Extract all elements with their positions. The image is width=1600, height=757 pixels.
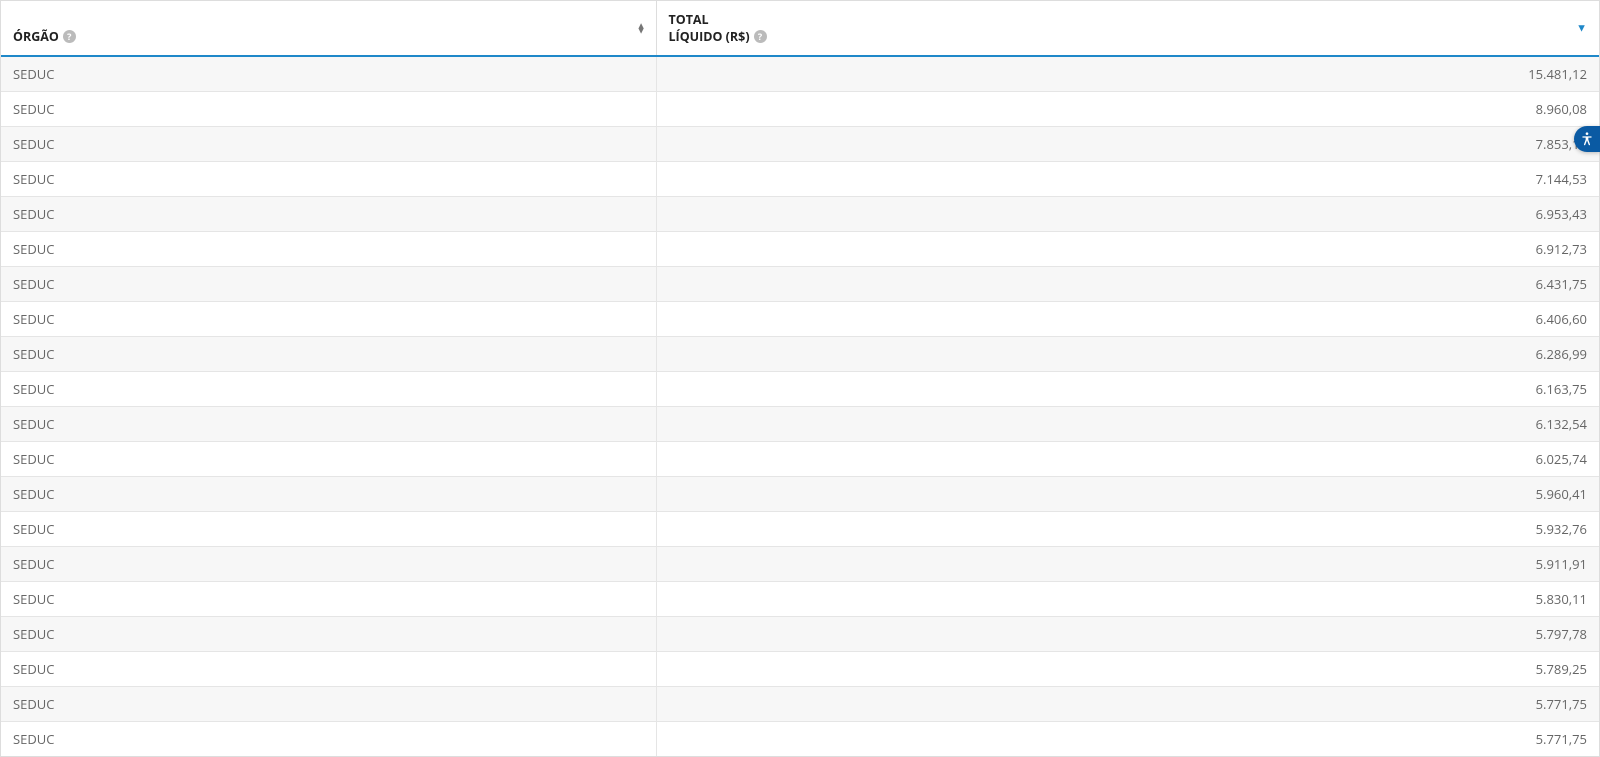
table-row[interactable]: SEDUC8.960,08	[1, 92, 1599, 127]
cell-orgao: SEDUC	[1, 162, 656, 197]
table-row[interactable]: SEDUC15.481,12	[1, 56, 1599, 92]
cell-orgao: SEDUC	[1, 652, 656, 687]
column-header-orgao[interactable]: ÓRGÃO ? ▲ ▼	[1, 1, 656, 56]
table-header-row: ÓRGÃO ? ▲ ▼ TOTAL LÍQUIDO (R$) ? ▼	[1, 1, 1599, 56]
table-row[interactable]: SEDUC6.912,73	[1, 232, 1599, 267]
cell-total-liquido: 6.132,54	[656, 407, 1599, 442]
cell-orgao: SEDUC	[1, 232, 656, 267]
cell-orgao: SEDUC	[1, 127, 656, 162]
cell-total-liquido: 5.771,75	[656, 687, 1599, 722]
cell-orgao: SEDUC	[1, 617, 656, 652]
cell-orgao: SEDUC	[1, 687, 656, 722]
cell-total-liquido: 6.406,60	[656, 302, 1599, 337]
cell-total-liquido: 5.911,91	[656, 547, 1599, 582]
table-row[interactable]: SEDUC7.144,53	[1, 162, 1599, 197]
cell-orgao: SEDUC	[1, 477, 656, 512]
sort-desc-icon: ▼	[637, 28, 646, 33]
sort-toggle-orgao[interactable]: ▲ ▼	[637, 23, 646, 34]
cell-orgao: SEDUC	[1, 582, 656, 617]
table-row[interactable]: SEDUC6.025,74	[1, 442, 1599, 477]
cell-orgao: SEDUC	[1, 407, 656, 442]
cell-total-liquido: 6.286,99	[656, 337, 1599, 372]
help-icon[interactable]: ?	[754, 30, 767, 43]
cell-orgao: SEDUC	[1, 197, 656, 232]
accessibility-button[interactable]	[1574, 126, 1600, 152]
table-body: SEDUC15.481,12SEDUC8.960,08SEDUC7.853,11…	[1, 56, 1599, 756]
cell-orgao: SEDUC	[1, 302, 656, 337]
cell-total-liquido: 6.431,75	[656, 267, 1599, 302]
table-row[interactable]: SEDUC5.771,75	[1, 722, 1599, 757]
column-header-total-liquido[interactable]: TOTAL LÍQUIDO (R$) ? ▼	[656, 1, 1599, 56]
cell-total-liquido: 8.960,08	[656, 92, 1599, 127]
cell-total-liquido: 15.481,12	[656, 56, 1599, 92]
cell-total-liquido: 6.953,43	[656, 197, 1599, 232]
accessibility-hand-icon	[1579, 131, 1595, 147]
cell-total-liquido: 5.830,11	[656, 582, 1599, 617]
cell-total-liquido: 5.797,78	[656, 617, 1599, 652]
data-table: ÓRGÃO ? ▲ ▼ TOTAL LÍQUIDO (R$) ? ▼	[1, 1, 1599, 756]
table-row[interactable]: SEDUC6.286,99	[1, 337, 1599, 372]
table-row[interactable]: SEDUC6.953,43	[1, 197, 1599, 232]
cell-orgao: SEDUC	[1, 512, 656, 547]
cell-orgao: SEDUC	[1, 337, 656, 372]
help-icon[interactable]: ?	[63, 30, 76, 43]
column-header-orgao-label: ÓRGÃO	[13, 28, 59, 45]
cell-total-liquido: 6.163,75	[656, 372, 1599, 407]
table-row[interactable]: SEDUC6.431,75	[1, 267, 1599, 302]
table-row[interactable]: SEDUC6.163,75	[1, 372, 1599, 407]
table-row[interactable]: SEDUC5.789,25	[1, 652, 1599, 687]
cell-orgao: SEDUC	[1, 442, 656, 477]
cell-total-liquido: 6.025,74	[656, 442, 1599, 477]
cell-total-liquido: 7.144,53	[656, 162, 1599, 197]
sort-desc-active-icon[interactable]: ▼	[1576, 21, 1587, 36]
table-row[interactable]: SEDUC5.771,75	[1, 687, 1599, 722]
data-table-container: ÓRGÃO ? ▲ ▼ TOTAL LÍQUIDO (R$) ? ▼	[0, 0, 1600, 757]
table-row[interactable]: SEDUC7.853,11	[1, 127, 1599, 162]
cell-orgao: SEDUC	[1, 267, 656, 302]
table-row[interactable]: SEDUC5.932,76	[1, 512, 1599, 547]
cell-total-liquido: 5.771,75	[656, 722, 1599, 757]
cell-orgao: SEDUC	[1, 547, 656, 582]
cell-orgao: SEDUC	[1, 372, 656, 407]
table-row[interactable]: SEDUC5.830,11	[1, 582, 1599, 617]
cell-total-liquido: 5.789,25	[656, 652, 1599, 687]
cell-total-liquido: 5.960,41	[656, 477, 1599, 512]
table-row[interactable]: SEDUC6.406,60	[1, 302, 1599, 337]
cell-orgao: SEDUC	[1, 722, 656, 757]
cell-total-liquido: 6.912,73	[656, 232, 1599, 267]
cell-orgao: SEDUC	[1, 56, 656, 92]
table-row[interactable]: SEDUC6.132,54	[1, 407, 1599, 442]
table-row[interactable]: SEDUC5.797,78	[1, 617, 1599, 652]
table-row[interactable]: SEDUC5.911,91	[1, 547, 1599, 582]
cell-total-liquido: 7.853,11	[656, 127, 1599, 162]
column-header-total-line2: LÍQUIDO (R$)	[669, 28, 750, 45]
cell-total-liquido: 5.932,76	[656, 512, 1599, 547]
column-header-total-line1: TOTAL	[669, 11, 1588, 28]
table-row[interactable]: SEDUC5.960,41	[1, 477, 1599, 512]
cell-orgao: SEDUC	[1, 92, 656, 127]
